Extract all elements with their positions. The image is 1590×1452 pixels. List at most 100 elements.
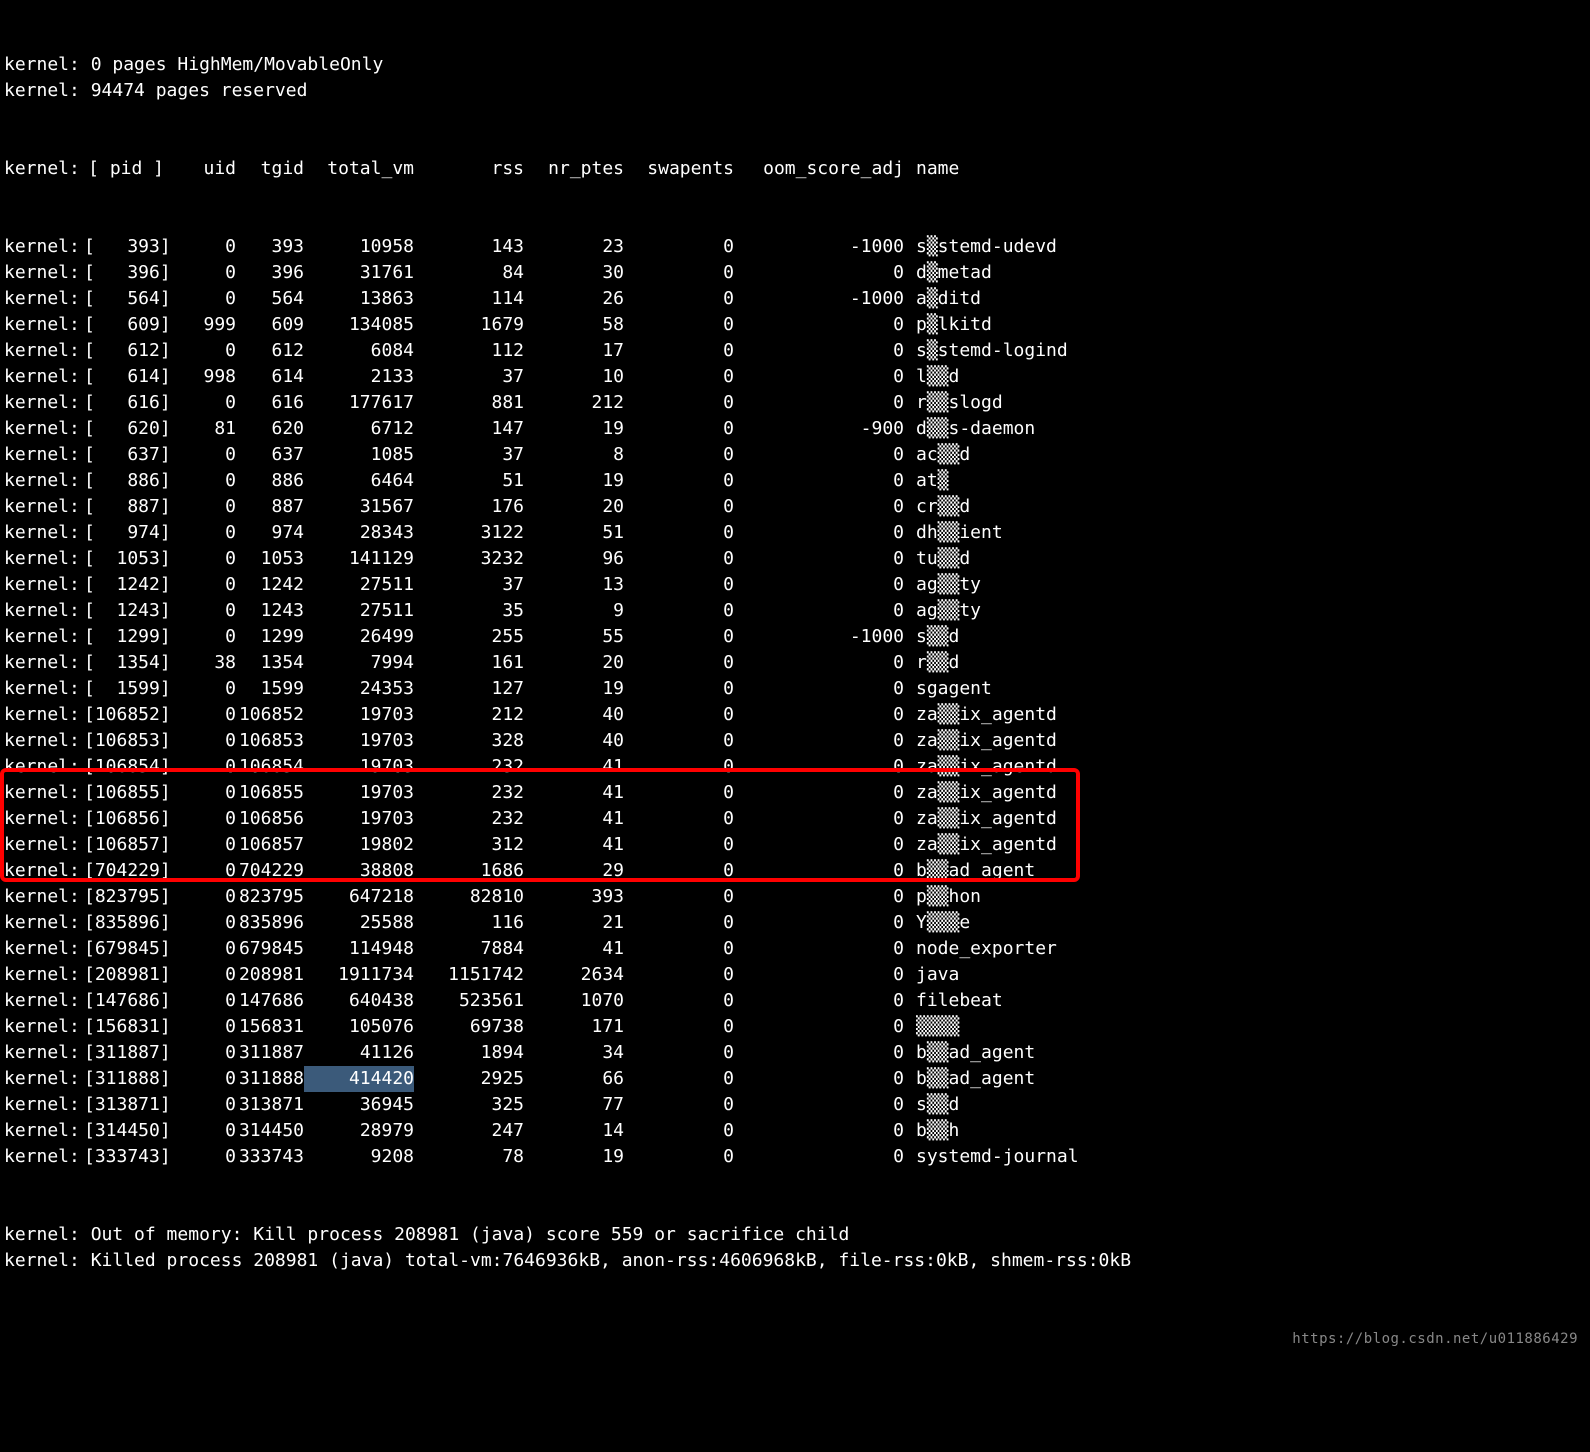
cell-tgid: 311887 — [236, 1040, 304, 1066]
table-row: kernel:[823795]08237956472188281039300p▒… — [4, 884, 1586, 910]
cell-totalvm: 1911734 — [304, 962, 414, 988]
cell-uid: 0 — [168, 338, 236, 364]
cell-swapents: 0 — [624, 884, 734, 910]
cell-rss: 232 — [414, 780, 524, 806]
cell-name: tu▒▒d — [904, 546, 970, 572]
cell-nrptes: 20 — [524, 650, 624, 676]
cell-totalvm: 19802 — [304, 832, 414, 858]
cell-prefix: kernel: — [4, 234, 84, 260]
cell-swapents: 0 — [624, 286, 734, 312]
cell-uid: 0 — [168, 390, 236, 416]
cell-name: ▒▒▒▒ — [904, 1014, 959, 1040]
footer-line: kernel: Killed process 208981 (java) tot… — [4, 1248, 1586, 1274]
cell-swapents: 0 — [624, 364, 734, 390]
cell-name: b▒▒ad_agent — [904, 858, 1035, 884]
cell-name: java — [904, 962, 959, 988]
cell-rss: 7884 — [414, 936, 524, 962]
cell-oom: -1000 — [734, 286, 904, 312]
cell-totalvm: 640438 — [304, 988, 414, 1014]
cell-swapents: 0 — [624, 468, 734, 494]
cell-pid: [ 1299] — [84, 624, 168, 650]
cell-oom: 0 — [734, 754, 904, 780]
cell-oom: 0 — [734, 442, 904, 468]
cell-nrptes: 66 — [524, 1066, 624, 1092]
cell-prefix: kernel: — [4, 1118, 84, 1144]
cell-tgid: 637 — [236, 442, 304, 468]
cell-pid: [ 886] — [84, 468, 168, 494]
cell-rss: 523561 — [414, 988, 524, 1014]
cell-nrptes: 19 — [524, 468, 624, 494]
table-row: kernel:[ 612]061260841121700s▒stemd-logi… — [4, 338, 1586, 364]
cell-prefix: kernel: — [4, 858, 84, 884]
cell-swapents: 0 — [624, 572, 734, 598]
cell-uid: 0 — [168, 858, 236, 884]
cell-rss: 312 — [414, 832, 524, 858]
cell-tgid: 313871 — [236, 1092, 304, 1118]
table-row: kernel:[ 616]061617761788121200r▒▒slogd — [4, 390, 1586, 416]
cell-pid: [ 616] — [84, 390, 168, 416]
cell-rss: 328 — [414, 728, 524, 754]
cell-name: node_exporter — [904, 936, 1057, 962]
cell-swapents: 0 — [624, 1040, 734, 1066]
cell-pid: [ 620] — [84, 416, 168, 442]
cell-rss: 3232 — [414, 546, 524, 572]
cell-pid: [314450] — [84, 1118, 168, 1144]
cell-prefix: kernel: — [4, 702, 84, 728]
cell-pid: [ 396] — [84, 260, 168, 286]
cell-name: za▒▒ix_agentd — [904, 728, 1057, 754]
cell-nrptes: 20 — [524, 494, 624, 520]
cell-uid: 38 — [168, 650, 236, 676]
cell-tgid: 106854 — [236, 754, 304, 780]
table-row: kernel:[311887]03118874112618943400b▒▒ad… — [4, 1040, 1586, 1066]
cell-swapents: 0 — [624, 598, 734, 624]
cell-totalvm: 31761 — [304, 260, 414, 286]
cell-uid: 0 — [168, 728, 236, 754]
cell-pid: [106853] — [84, 728, 168, 754]
cell-nrptes: 14 — [524, 1118, 624, 1144]
cell-rss: 143 — [414, 234, 524, 260]
table-row: kernel:[704229]07042293880816862900b▒▒ad… — [4, 858, 1586, 884]
hdr-totalvm: total_vm — [304, 156, 414, 182]
cell-nrptes: 10 — [524, 364, 624, 390]
cell-uid: 0 — [168, 286, 236, 312]
cell-name: ag▒▒ty — [904, 572, 981, 598]
cell-totalvm: 19703 — [304, 702, 414, 728]
cell-tgid: 106852 — [236, 702, 304, 728]
cell-oom: 0 — [734, 520, 904, 546]
cell-name: dh▒▒ient — [904, 520, 1003, 546]
table-row: kernel:[106855]0106855197032324100za▒▒ix… — [4, 780, 1586, 806]
table-row: kernel:[ 614]9986142133371000l▒▒d — [4, 364, 1586, 390]
cell-pid: [ 1354] — [84, 650, 168, 676]
cell-prefix: kernel: — [4, 754, 84, 780]
cell-prefix: kernel: — [4, 260, 84, 286]
cell-pid: [ 974] — [84, 520, 168, 546]
terminal-output[interactable]: kernel: 0 pages HighMem/MovableOnlykerne… — [0, 0, 1590, 1360]
cell-prefix: kernel: — [4, 520, 84, 546]
cell-prefix: kernel: — [4, 468, 84, 494]
cell-nrptes: 41 — [524, 936, 624, 962]
footer-line: kernel: Out of memory: Kill process 2089… — [4, 1222, 1586, 1248]
cell-swapents: 0 — [624, 546, 734, 572]
cell-oom: 0 — [734, 1014, 904, 1040]
cell-nrptes: 29 — [524, 858, 624, 884]
cell-name: ag▒▒ty — [904, 598, 981, 624]
cell-pid: [313871] — [84, 1092, 168, 1118]
cell-totalvm: 6712 — [304, 416, 414, 442]
cell-nrptes: 41 — [524, 806, 624, 832]
process-table: kernel:[ 393]039310958143230-1000s▒stemd… — [4, 234, 1586, 1170]
cell-prefix: kernel: — [4, 936, 84, 962]
cell-name: s▒▒d — [904, 624, 959, 650]
cell-rss: 247 — [414, 1118, 524, 1144]
cell-swapents: 0 — [624, 442, 734, 468]
hdr-tgid: tgid — [236, 156, 304, 182]
cell-nrptes: 1070 — [524, 988, 624, 1014]
cell-rss: 1894 — [414, 1040, 524, 1066]
hdr-nrptes: nr_ptes — [524, 156, 624, 182]
cell-rss: 1686 — [414, 858, 524, 884]
hdr-prefix: kernel: — [4, 156, 84, 182]
cell-nrptes: 13 — [524, 572, 624, 598]
table-row: kernel:[147686]0147686640438523561107000… — [4, 988, 1586, 1014]
cell-pid: [ 637] — [84, 442, 168, 468]
cell-totalvm: 31567 — [304, 494, 414, 520]
cell-rss: 2925 — [414, 1066, 524, 1092]
